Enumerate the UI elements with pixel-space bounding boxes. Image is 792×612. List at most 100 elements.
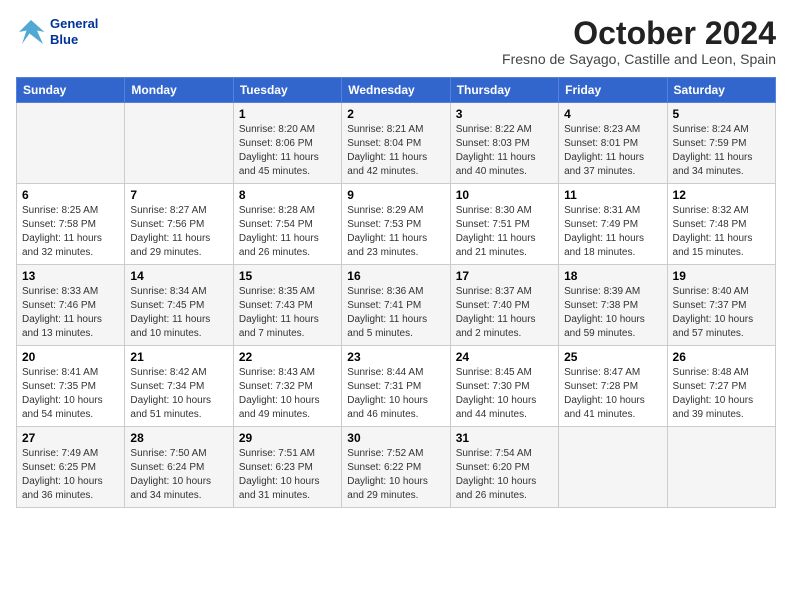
- day-info: Sunrise: 8:45 AM Sunset: 7:30 PM Dayligh…: [456, 366, 553, 422]
- day-info: Sunrise: 8:23 AM Sunset: 8:01 PM Dayligh…: [564, 123, 661, 179]
- day-number: 20: [22, 350, 119, 364]
- day-of-week-header: Saturday: [667, 78, 775, 103]
- day-info: Sunrise: 8:32 AM Sunset: 7:48 PM Dayligh…: [673, 204, 770, 260]
- day-number: 19: [673, 269, 770, 283]
- calendar-cell: 8 Sunrise: 8:28 AM Sunset: 7:54 PM Daylig…: [233, 184, 341, 265]
- day-info: Sunrise: 8:31 AM Sunset: 7:49 PM Dayligh…: [564, 204, 661, 260]
- calendar-cell: 9 Sunrise: 8:29 AM Sunset: 7:53 PM Daylig…: [342, 184, 450, 265]
- day-of-week-header: Sunday: [17, 78, 125, 103]
- day-of-week-header: Wednesday: [342, 78, 450, 103]
- location-subtitle: Fresno de Sayago, Castille and Leon, Spa…: [502, 51, 776, 67]
- day-of-week-header: Monday: [125, 78, 233, 103]
- day-info: Sunrise: 8:24 AM Sunset: 7:59 PM Dayligh…: [673, 123, 770, 179]
- day-number: 11: [564, 188, 661, 202]
- day-number: 29: [239, 431, 336, 445]
- calendar-cell: 15Sunrise: 8:35 AM Sunset: 7:43 PM Dayli…: [233, 265, 341, 346]
- calendar-table: SundayMondayTuesdayWednesdayThursdayFrid…: [16, 77, 776, 508]
- calendar-cell: 4 Sunrise: 8:23 AM Sunset: 8:01 PM Daylig…: [559, 103, 667, 184]
- calendar-cell: 26 Sunrise: 8:48 AM Sunset: 7:27 PM Dayli…: [667, 346, 775, 427]
- calendar-cell: [559, 427, 667, 508]
- day-number: 4: [564, 107, 661, 121]
- calendar-cell: 6 Sunrise: 8:25 AM Sunset: 7:58 PM Daylig…: [17, 184, 125, 265]
- calendar-week-row: 13Sunrise: 8:33 AM Sunset: 7:46 PM Dayli…: [17, 265, 776, 346]
- day-info: Sunrise: 7:52 AM Sunset: 6:22 PM Dayligh…: [347, 447, 444, 503]
- calendar-cell: 11 Sunrise: 8:31 AM Sunset: 7:49 PM Dayli…: [559, 184, 667, 265]
- calendar-cell: 2 Sunrise: 8:21 AM Sunset: 8:04 PM Daylig…: [342, 103, 450, 184]
- calendar-cell: 20 Sunrise: 8:41 AM Sunset: 7:35 PM Dayli…: [17, 346, 125, 427]
- day-info: Sunrise: 8:21 AM Sunset: 8:04 PM Dayligh…: [347, 123, 444, 179]
- day-number: 9: [347, 188, 444, 202]
- day-number: 8: [239, 188, 336, 202]
- day-info: Sunrise: 8:33 AM Sunset: 7:46 PM Dayligh…: [22, 285, 119, 341]
- day-number: 14: [130, 269, 227, 283]
- calendar-cell: [667, 427, 775, 508]
- day-number: 10: [456, 188, 553, 202]
- day-info: Sunrise: 8:22 AM Sunset: 8:03 PM Dayligh…: [456, 123, 553, 179]
- day-number: 1: [239, 107, 336, 121]
- calendar-week-row: 27Sunrise: 7:49 AM Sunset: 6:25 PM Dayli…: [17, 427, 776, 508]
- day-number: 7: [130, 188, 227, 202]
- day-info: Sunrise: 8:43 AM Sunset: 7:32 PM Dayligh…: [239, 366, 336, 422]
- calendar-cell: 1 Sunrise: 8:20 AM Sunset: 8:06 PM Daylig…: [233, 103, 341, 184]
- calendar-cell: [17, 103, 125, 184]
- day-info: Sunrise: 8:34 AM Sunset: 7:45 PM Dayligh…: [130, 285, 227, 341]
- day-info: Sunrise: 8:28 AM Sunset: 7:54 PM Dayligh…: [239, 204, 336, 260]
- day-info: Sunrise: 8:35 AM Sunset: 7:43 PM Dayligh…: [239, 285, 336, 341]
- day-number: 22: [239, 350, 336, 364]
- day-info: Sunrise: 8:42 AM Sunset: 7:34 PM Dayligh…: [130, 366, 227, 422]
- calendar-cell: 23 Sunrise: 8:44 AM Sunset: 7:31 PM Dayli…: [342, 346, 450, 427]
- calendar-cell: 17 Sunrise: 8:37 AM Sunset: 7:40 PM Dayli…: [450, 265, 558, 346]
- day-number: 25: [564, 350, 661, 364]
- calendar-cell: 13Sunrise: 8:33 AM Sunset: 7:46 PM Dayli…: [17, 265, 125, 346]
- calendar-cell: 21Sunrise: 8:42 AM Sunset: 7:34 PM Dayli…: [125, 346, 233, 427]
- day-info: Sunrise: 8:29 AM Sunset: 7:53 PM Dayligh…: [347, 204, 444, 260]
- day-info: Sunrise: 8:25 AM Sunset: 7:58 PM Dayligh…: [22, 204, 119, 260]
- logo: General Blue: [16, 16, 98, 47]
- day-info: Sunrise: 8:47 AM Sunset: 7:28 PM Dayligh…: [564, 366, 661, 422]
- calendar-week-row: 6 Sunrise: 8:25 AM Sunset: 7:58 PM Daylig…: [17, 184, 776, 265]
- day-number: 27: [22, 431, 119, 445]
- calendar-cell: 25 Sunrise: 8:47 AM Sunset: 7:28 PM Dayli…: [559, 346, 667, 427]
- calendar-cell: 27Sunrise: 7:49 AM Sunset: 6:25 PM Dayli…: [17, 427, 125, 508]
- calendar-cell: 14 Sunrise: 8:34 AM Sunset: 7:45 PM Dayli…: [125, 265, 233, 346]
- day-number: 17: [456, 269, 553, 283]
- calendar-cell: 22 Sunrise: 8:43 AM Sunset: 7:32 PM Dayli…: [233, 346, 341, 427]
- day-info: Sunrise: 8:39 AM Sunset: 7:38 PM Dayligh…: [564, 285, 661, 341]
- day-number: 30: [347, 431, 444, 445]
- calendar-header-row: SundayMondayTuesdayWednesdayThursdayFrid…: [17, 78, 776, 103]
- logo-icon: [16, 18, 46, 46]
- day-info: Sunrise: 8:48 AM Sunset: 7:27 PM Dayligh…: [673, 366, 770, 422]
- day-number: 5: [673, 107, 770, 121]
- calendar-cell: 28Sunrise: 7:50 AM Sunset: 6:24 PM Dayli…: [125, 427, 233, 508]
- day-info: Sunrise: 8:37 AM Sunset: 7:40 PM Dayligh…: [456, 285, 553, 341]
- calendar-cell: 19Sunrise: 8:40 AM Sunset: 7:37 PM Dayli…: [667, 265, 775, 346]
- calendar-cell: 18Sunrise: 8:39 AM Sunset: 7:38 PM Dayli…: [559, 265, 667, 346]
- day-info: Sunrise: 8:20 AM Sunset: 8:06 PM Dayligh…: [239, 123, 336, 179]
- calendar-cell: 10Sunrise: 8:30 AM Sunset: 7:51 PM Dayli…: [450, 184, 558, 265]
- calendar-cell: 31Sunrise: 7:54 AM Sunset: 6:20 PM Dayli…: [450, 427, 558, 508]
- calendar-cell: 3Sunrise: 8:22 AM Sunset: 8:03 PM Daylig…: [450, 103, 558, 184]
- day-info: Sunrise: 8:27 AM Sunset: 7:56 PM Dayligh…: [130, 204, 227, 260]
- calendar-cell: 7 Sunrise: 8:27 AM Sunset: 7:56 PM Daylig…: [125, 184, 233, 265]
- calendar-cell: 30 Sunrise: 7:52 AM Sunset: 6:22 PM Dayli…: [342, 427, 450, 508]
- calendar-cell: 5 Sunrise: 8:24 AM Sunset: 7:59 PM Daylig…: [667, 103, 775, 184]
- day-info: Sunrise: 8:44 AM Sunset: 7:31 PM Dayligh…: [347, 366, 444, 422]
- day-number: 23: [347, 350, 444, 364]
- calendar-cell: 12Sunrise: 8:32 AM Sunset: 7:48 PM Dayli…: [667, 184, 775, 265]
- calendar-body: 1 Sunrise: 8:20 AM Sunset: 8:06 PM Daylig…: [17, 103, 776, 508]
- calendar-cell: 16Sunrise: 8:36 AM Sunset: 7:41 PM Dayli…: [342, 265, 450, 346]
- day-number: 26: [673, 350, 770, 364]
- calendar-week-row: 1 Sunrise: 8:20 AM Sunset: 8:06 PM Daylig…: [17, 103, 776, 184]
- day-info: Sunrise: 8:36 AM Sunset: 7:41 PM Dayligh…: [347, 285, 444, 341]
- title-block: October 2024 Fresno de Sayago, Castille …: [502, 16, 776, 67]
- day-number: 2: [347, 107, 444, 121]
- day-info: Sunrise: 8:41 AM Sunset: 7:35 PM Dayligh…: [22, 366, 119, 422]
- calendar-cell: [125, 103, 233, 184]
- page-header: General Blue October 2024 Fresno de Saya…: [16, 16, 776, 67]
- calendar-cell: 29Sunrise: 7:51 AM Sunset: 6:23 PM Dayli…: [233, 427, 341, 508]
- day-of-week-header: Tuesday: [233, 78, 341, 103]
- day-number: 31: [456, 431, 553, 445]
- day-of-week-header: Thursday: [450, 78, 558, 103]
- calendar-cell: 24Sunrise: 8:45 AM Sunset: 7:30 PM Dayli…: [450, 346, 558, 427]
- day-number: 6: [22, 188, 119, 202]
